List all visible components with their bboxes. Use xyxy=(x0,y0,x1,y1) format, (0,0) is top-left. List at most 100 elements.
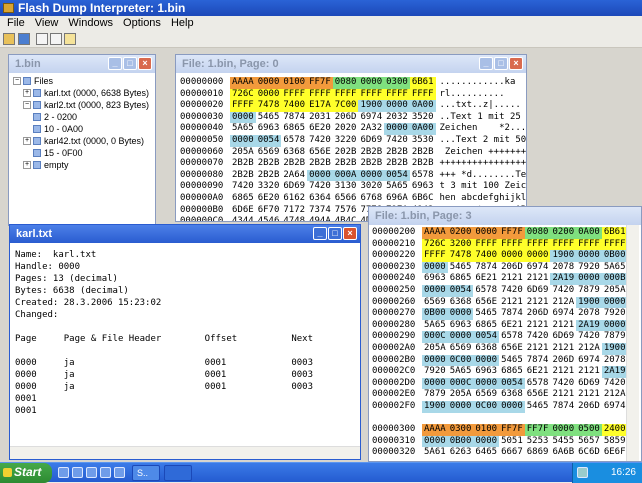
hex-word[interactable]: 0000 xyxy=(422,435,448,448)
hex-word[interactable]: 3320 xyxy=(256,181,282,193)
maximize-icon[interactable]: □ xyxy=(494,57,508,70)
hex-word[interactable]: 5465 xyxy=(525,401,551,413)
hex-word[interactable]: 2031 xyxy=(307,112,333,124)
hex-word[interactable]: 6162 xyxy=(281,193,307,205)
hex-word[interactable]: 0080 xyxy=(524,227,551,239)
hex-word[interactable]: 2B2B xyxy=(230,170,256,182)
hex-word[interactable]: 205A xyxy=(602,285,628,297)
hex-word[interactable]: 0B00 xyxy=(601,250,628,262)
hex-word[interactable]: FF7F xyxy=(499,424,525,436)
hex-word[interactable]: 206D xyxy=(576,401,602,413)
hex-word[interactable]: 0B00 xyxy=(447,435,474,448)
hex-word[interactable]: 5A65 xyxy=(230,123,256,135)
hex-word[interactable]: 206D xyxy=(525,308,551,320)
hex-word[interactable]: 6974 xyxy=(358,112,384,124)
hex-word[interactable]: 212A xyxy=(576,343,602,355)
hex-row[interactable]: 00000250 0000 0054 6578 7420 6D69 7420 7879 205A xyxy=(372,284,628,297)
tree-item[interactable]: + karl.txt (0000, 6638 Bytes) xyxy=(13,87,151,99)
hex-word[interactable]: 0054 xyxy=(447,284,474,297)
quicklaunch-mail-icon[interactable] xyxy=(72,467,83,478)
hex-word[interactable]: 1900 xyxy=(358,100,385,112)
hex-word[interactable]: 6F70 xyxy=(256,205,282,217)
hex-word[interactable]: 3520 xyxy=(410,112,436,124)
hex-word[interactable]: 2B2B xyxy=(358,158,384,170)
hex-window-page0-title-bar[interactable]: File: 1.bin, Page: 0 _ □ × xyxy=(176,55,526,73)
hex-word[interactable]: 656E xyxy=(307,147,333,159)
menu-help[interactable]: Help xyxy=(166,16,199,31)
hex-word[interactable]: 0000 xyxy=(422,377,448,390)
hex-word[interactable]: 5A65 xyxy=(384,181,410,193)
hex-word[interactable]: 0200 xyxy=(447,227,474,239)
hex-window-page0[interactable]: File: 1.bin, Page: 0 _ □ × 00000000 AAAA 0… xyxy=(175,54,527,222)
hex-word[interactable]: 0000 xyxy=(473,377,500,390)
hex-word[interactable]: 6974 xyxy=(525,262,551,274)
hex-word[interactable]: 2A19 xyxy=(550,273,577,285)
minimize-icon[interactable]: _ xyxy=(479,57,493,70)
taskbar-item-active[interactable] xyxy=(164,465,192,481)
hex-word[interactable]: FFFF xyxy=(524,238,551,251)
hex-word[interactable]: 7478 xyxy=(255,100,282,112)
hex-row[interactable]: 00000310 0000 0B00 0000 5051 5253 5455 5657 5859 xyxy=(372,435,628,448)
hex-word[interactable]: 2B2B xyxy=(410,147,436,159)
hex-word[interactable]: 2A64 xyxy=(281,170,307,182)
hex-word[interactable]: 0000 xyxy=(447,400,474,413)
hex-row[interactable]: 00000300 AAAA 0300 0100 FF7F FF7F 0000 0500 2400 xyxy=(372,424,628,436)
expand-toggle-icon[interactable]: + xyxy=(23,89,31,97)
hex-word[interactable]: 7920 xyxy=(602,308,628,320)
hex-word[interactable]: 6578 xyxy=(499,331,525,343)
hex-word[interactable]: FFFF xyxy=(332,88,359,101)
hex-word[interactable]: 6566 xyxy=(333,193,359,205)
hex-word[interactable]: 205A xyxy=(448,389,474,401)
hex-word[interactable]: 7874 xyxy=(473,262,499,274)
hex-word[interactable]: 6B61 xyxy=(409,77,436,89)
minimize-icon[interactable]: _ xyxy=(313,227,327,240)
hex-word[interactable]: 6963 xyxy=(256,123,282,135)
hex-row[interactable]: 000002F0 1900 0000 0C00 0000 5465 7874 206D 6974 xyxy=(372,400,628,413)
hex-word[interactable]: 0300 xyxy=(447,424,474,436)
menu-options[interactable]: Options xyxy=(118,16,166,31)
hex-word[interactable]: 0000 xyxy=(473,227,500,239)
maximize-icon[interactable]: □ xyxy=(123,57,137,70)
hex-word[interactable]: 6C6D xyxy=(576,447,602,459)
hex-word[interactable]: 6E20 xyxy=(307,123,333,135)
hex-word[interactable]: 2121 xyxy=(550,320,576,332)
hex-word[interactable]: 7478 xyxy=(447,250,474,262)
app-title-bar[interactable]: Flash Dump Interpreter: 1.bin xyxy=(0,0,642,16)
hex-word[interactable]: 6578 xyxy=(473,285,499,297)
hex-word[interactable]: 0000 xyxy=(473,354,500,367)
hex-word[interactable]: 6768 xyxy=(358,193,384,205)
tree-item[interactable]: + karl42.txt (0000, 0 Bytes) xyxy=(13,135,151,147)
hex-word[interactable]: 0054 xyxy=(499,377,525,390)
hex-word[interactable]: 0000 xyxy=(230,111,256,124)
hex-word[interactable]: 6578 xyxy=(281,135,307,147)
hex-word[interactable]: 2B2B xyxy=(230,158,256,170)
hex-word[interactable]: 0000 xyxy=(230,134,256,147)
hex-word[interactable]: FFFF xyxy=(601,238,628,251)
tree-window-title-bar[interactable]: 1.bin _ □ × xyxy=(9,55,155,73)
hex-word[interactable]: 2B2B xyxy=(410,158,436,170)
hex-word[interactable]: 2078 xyxy=(602,355,628,367)
hex-word[interactable]: 3220 xyxy=(333,135,359,147)
hex-word[interactable]: 7C00 xyxy=(332,100,359,112)
hex-word[interactable]: FFFF xyxy=(307,88,333,101)
hex-row[interactable]: 00000280 5A65 6963 6865 6E21 2121 2121 2A19 0000 xyxy=(372,319,628,332)
hex-word[interactable]: 6865 xyxy=(448,273,474,285)
hex-word[interactable]: 6974 xyxy=(576,355,602,367)
hex-word[interactable]: FFFF xyxy=(281,88,308,101)
hex-word[interactable]: 696A xyxy=(384,193,410,205)
hex-word[interactable]: 6963 xyxy=(422,273,448,285)
hex-word[interactable]: FF7F xyxy=(524,424,551,436)
hex-row[interactable]: 00000030 0000 5465 7874 2031 206D 6974 2032 3520… xyxy=(180,111,526,124)
hex-word[interactable]: 6B6C xyxy=(410,193,436,205)
hex-word[interactable]: FF7F xyxy=(307,77,333,89)
hex-word[interactable]: 726C xyxy=(230,88,256,101)
hex-word[interactable]: 2121 xyxy=(576,389,602,401)
hex-word[interactable]: 0A00 xyxy=(409,123,436,135)
hex-word[interactable]: 6A6B xyxy=(550,447,576,459)
hex-word[interactable]: 2121 xyxy=(499,297,525,309)
hex-word[interactable]: 6D6E xyxy=(230,205,256,217)
hex-word[interactable]: FFFF xyxy=(230,100,256,112)
hex-word[interactable]: 5253 xyxy=(525,436,551,448)
hex-word[interactable]: 3020 xyxy=(358,181,384,193)
hex-word[interactable]: 7420 xyxy=(499,285,525,297)
